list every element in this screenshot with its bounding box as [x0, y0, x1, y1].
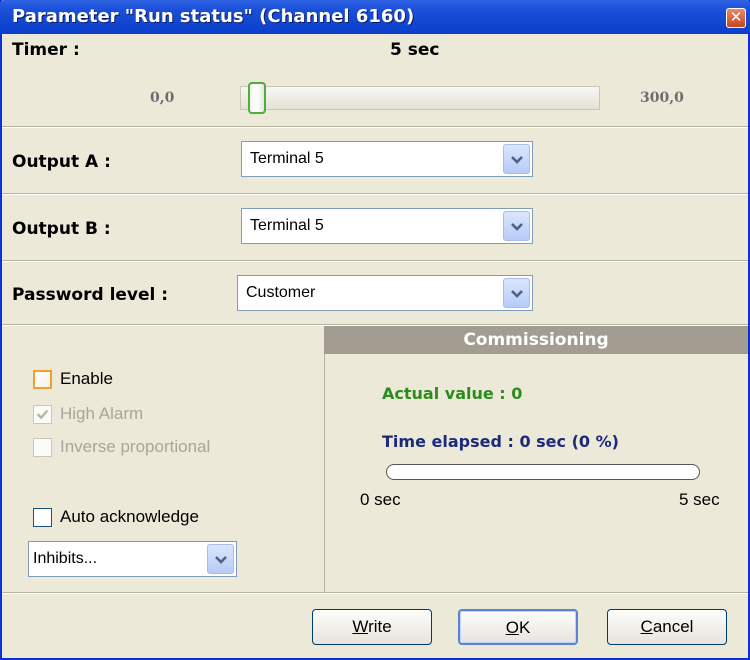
high-alarm-checkbox — [33, 405, 52, 424]
enable-label[interactable]: Enable — [60, 369, 113, 389]
chevron-down-icon — [511, 290, 523, 298]
password-level-dropdown-button[interactable] — [503, 278, 530, 308]
ok-accel: O — [505, 618, 519, 637]
progress-end-label: 5 sec — [679, 490, 720, 509]
divider — [2, 193, 748, 195]
inhibits-value: Inhibits... — [33, 550, 98, 567]
auto-acknowledge-label[interactable]: Auto acknowledge — [60, 507, 199, 527]
divider — [2, 592, 748, 594]
inverse-proportional-label: Inverse proportional — [60, 437, 211, 456]
timer-value-text: 5 sec — [390, 40, 440, 60]
progress-start-label: 0 sec — [360, 490, 401, 509]
parameter-dialog: Parameter "Run status" (Channel 6160) ✕ … — [0, 0, 750, 660]
divider — [2, 126, 748, 128]
window-title: Parameter "Run status" (Channel 6160) — [12, 6, 415, 27]
cancel-button[interactable]: Cancel — [607, 609, 727, 645]
enable-checkbox[interactable] — [33, 370, 52, 389]
ok-button[interactable]: OK — [458, 609, 578, 645]
password-level-select[interactable]: Customer — [237, 275, 533, 311]
cancel-accel: C — [640, 617, 653, 636]
output-b-label: Output B : — [12, 219, 111, 239]
auto-acknowledge-checkbox[interactable] — [33, 508, 52, 527]
output-b-dropdown-button[interactable] — [503, 211, 530, 241]
commissioning-panel — [324, 326, 748, 592]
title-bar[interactable]: Parameter "Run status" (Channel 6160) ✕ — [0, 0, 750, 34]
time-elapsed-text: Time elapsed : 0 sec (0 %) — [382, 432, 619, 451]
output-a-value: Terminal 5 — [250, 150, 324, 167]
timer-max-label: 300,0 — [640, 90, 684, 106]
write-accel: W — [352, 617, 369, 636]
inhibits-select[interactable]: Inhibits... — [28, 541, 237, 577]
inverse-proportional-checkbox — [33, 438, 52, 457]
divider — [2, 260, 748, 262]
output-b-value: Terminal 5 — [250, 217, 324, 234]
checkmark-icon — [36, 409, 49, 420]
output-a-dropdown-button[interactable] — [503, 144, 530, 174]
ok-rest: K — [518, 618, 531, 637]
chevron-down-icon — [511, 223, 523, 231]
close-button[interactable]: ✕ — [726, 8, 746, 28]
chevron-down-icon — [215, 556, 227, 564]
timer-label: Timer : — [12, 40, 80, 60]
write-rest: rite — [368, 617, 392, 636]
high-alarm-label: High Alarm — [60, 404, 144, 423]
cancel-rest: ancel — [652, 617, 694, 636]
commissioning-header: Commissioning — [324, 326, 748, 354]
password-level-value: Customer — [246, 284, 316, 301]
output-a-label: Output A : — [12, 152, 111, 172]
close-icon: ✕ — [729, 8, 743, 26]
timer-slider-thumb[interactable] — [247, 82, 266, 114]
inhibits-dropdown-button[interactable] — [207, 544, 234, 574]
chevron-down-icon — [511, 156, 523, 164]
password-level-label: Password level : — [12, 285, 169, 305]
timer-slider-track[interactable] — [240, 86, 600, 110]
timer-min-label: 0,0 — [150, 90, 175, 106]
output-b-select[interactable]: Terminal 5 — [241, 208, 533, 244]
output-a-select[interactable]: Terminal 5 — [241, 141, 533, 177]
write-button[interactable]: Write — [312, 609, 432, 645]
actual-value-text: Actual value : 0 — [382, 384, 523, 403]
elapsed-progress-bar — [386, 464, 700, 480]
